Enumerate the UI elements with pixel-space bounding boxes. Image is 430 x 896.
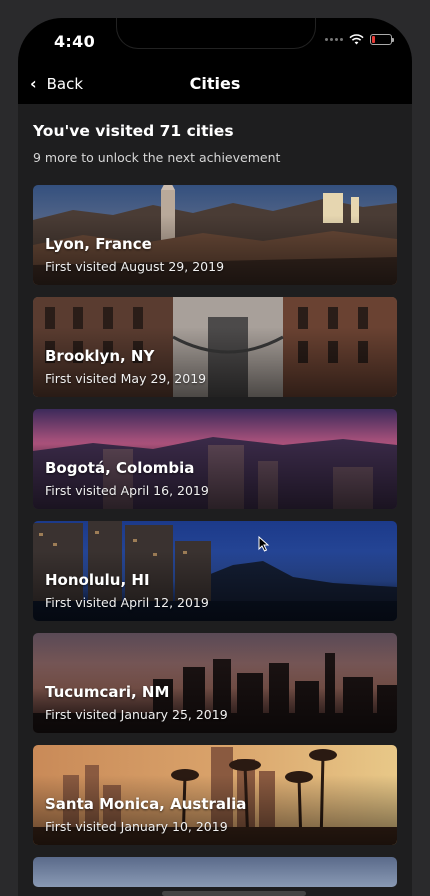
battery-icon	[370, 34, 394, 45]
city-name: Honolulu, HI	[45, 571, 150, 589]
city-card-lyon[interactable]: Lyon, France First visited August 29, 20…	[33, 185, 397, 285]
achievement-progress-text: 9 more to unlock the next achievement	[33, 150, 281, 165]
city-name: Santa Monica, Australia	[45, 795, 247, 813]
city-first-visited: First visited May 29, 2019	[45, 371, 207, 386]
city-card-brooklyn[interactable]: Brooklyn, NY First visited May 29, 2019	[33, 297, 397, 397]
device-notch	[116, 18, 316, 49]
cities-content[interactable]: You've visited 71 cities 9 more to unloc…	[18, 104, 412, 896]
status-bar: 4:40	[18, 18, 412, 66]
visited-count-heading: You've visited 71 cities	[33, 122, 234, 140]
status-time: 4:40	[54, 32, 95, 51]
city-first-visited: First visited January 25, 2019	[45, 707, 228, 722]
city-first-visited: First visited April 12, 2019	[45, 595, 209, 610]
city-card-bogota[interactable]: Bogotá, Colombia First visited April 16,…	[33, 409, 397, 509]
city-first-visited: First visited January 10, 2019	[45, 819, 228, 834]
city-name: Bogotá, Colombia	[45, 459, 195, 477]
city-list: Lyon, France First visited August 29, 20…	[33, 185, 397, 887]
city-card-honolulu[interactable]: Honolulu, HI First visited April 12, 201…	[33, 521, 397, 621]
city-card-tucumcari[interactable]: Tucumcari, NM First visited January 25, …	[33, 633, 397, 733]
status-icons	[325, 34, 394, 45]
wifi-icon	[349, 34, 364, 45]
home-indicator[interactable]	[162, 891, 306, 896]
page-title: Cities	[189, 74, 241, 93]
city-name: Tucumcari, NM	[45, 683, 170, 701]
phone-frame: 4:40 ‹ Back Cities You've visited 71 cit…	[0, 0, 430, 896]
city-card-santa-monica[interactable]: Santa Monica, Australia First visited Ja…	[33, 745, 397, 845]
app-screen: 4:40 ‹ Back Cities You've visited 71 cit…	[18, 18, 412, 896]
signal-icon	[325, 38, 343, 41]
city-card-partial[interactable]	[33, 857, 397, 887]
city-first-visited: First visited August 29, 2019	[45, 259, 225, 274]
mouse-cursor-icon	[258, 535, 270, 552]
navigation-bar: ‹ Back Cities	[18, 66, 412, 104]
city-first-visited: First visited April 16, 2019	[45, 483, 209, 498]
city-name: Lyon, France	[45, 235, 152, 253]
city-photo-partial	[33, 857, 397, 887]
city-name: Brooklyn, NY	[45, 347, 155, 365]
